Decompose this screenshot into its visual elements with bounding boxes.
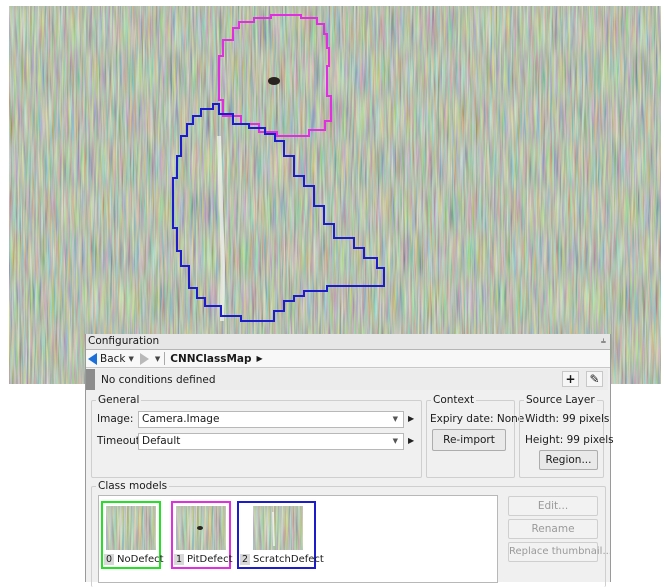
timeout-dropdown-icon[interactable]: ▼ bbox=[393, 434, 398, 449]
back-arrow-icon[interactable] bbox=[88, 352, 97, 365]
class-caption: 1 PitDefect bbox=[174, 554, 233, 565]
source-layer-group: Source Layer Width: 99 pixels Height: 99… bbox=[519, 394, 614, 478]
rename-class-button[interactable]: Rename bbox=[508, 519, 598, 539]
class-index: 0 bbox=[104, 554, 115, 565]
source-height-text: Height: 99 pixels bbox=[525, 434, 614, 446]
expiry-date-text: Expiry date: None bbox=[430, 413, 525, 425]
region-button[interactable]: Region... bbox=[539, 450, 598, 470]
image-goto-icon[interactable]: ▶ bbox=[408, 414, 414, 423]
reimport-button[interactable]: Re-import bbox=[432, 429, 506, 451]
image-select-value: Camera.Image bbox=[142, 413, 220, 425]
image-label: Image: bbox=[97, 413, 134, 425]
nav-bar: Back ▼ ▼ CNNClassMap ▶ bbox=[86, 350, 610, 368]
class-item-nodefect[interactable]: 0 NoDefect bbox=[101, 501, 164, 569]
class-name: ScratchDefect bbox=[253, 554, 324, 565]
edit-condition-button[interactable]: ✎ bbox=[586, 371, 603, 387]
source-width-text: Width: 99 pixels bbox=[525, 413, 610, 425]
class-item-scratchdefect[interactable]: 2 ScratchDefect bbox=[237, 501, 324, 569]
class-caption: 0 NoDefect bbox=[104, 554, 164, 565]
general-group-title: General bbox=[96, 394, 142, 406]
source-layer-group-title: Source Layer bbox=[524, 394, 597, 406]
panel-titlebar: Configuration ⫨ bbox=[86, 334, 610, 350]
forward-arrow-icon[interactable] bbox=[139, 352, 149, 365]
timeout-goto-icon[interactable]: ▶ bbox=[408, 436, 414, 445]
texture-image bbox=[9, 6, 661, 384]
class-item-pitdefect[interactable]: 1 PitDefect bbox=[171, 501, 233, 569]
forward-dropdown-icon[interactable]: ▼ bbox=[155, 355, 160, 363]
image-select[interactable]: Camera.Image ▼ bbox=[138, 411, 404, 428]
breadcrumb-cnnclassmap[interactable]: CNNClassMap bbox=[170, 353, 251, 365]
context-group-title: Context bbox=[431, 394, 477, 406]
breadcrumb-arrow-icon[interactable]: ▶ bbox=[257, 354, 263, 363]
conditions-bar: No conditions defined + ✎ bbox=[86, 369, 608, 390]
replace-thumbnail-button[interactable]: Replace thumbnail... bbox=[508, 542, 612, 562]
context-group: Context Expiry date: None Re-import bbox=[426, 394, 524, 478]
panel-title: Configuration bbox=[88, 335, 160, 347]
image-viewer[interactable] bbox=[9, 6, 661, 384]
timeout-label: Timeout: bbox=[97, 435, 144, 447]
class-name: PitDefect bbox=[187, 554, 233, 565]
nodefect-thumbnail bbox=[106, 506, 156, 550]
scratchdefect-thumbnail bbox=[253, 506, 303, 550]
back-button[interactable]: Back bbox=[100, 353, 126, 365]
timeout-select[interactable]: Default ▼ bbox=[138, 433, 404, 450]
class-name: NoDefect bbox=[117, 554, 164, 565]
pin-icon[interactable]: ⫨ bbox=[601, 334, 606, 349]
class-index: 1 bbox=[174, 554, 185, 565]
pit-mark bbox=[268, 77, 280, 85]
class-index: 2 bbox=[240, 554, 251, 565]
condition-marker bbox=[86, 369, 95, 390]
conditions-text: No conditions defined bbox=[101, 373, 216, 386]
class-models-list[interactable]: 0 NoDefect 1 PitDefect 2 ScratchDefect bbox=[98, 495, 498, 583]
image-dropdown-icon[interactable]: ▼ bbox=[393, 412, 398, 427]
configuration-panel: Configuration ⫨ Back ▼ ▼ CNNClassMap ▶ N… bbox=[85, 334, 614, 587]
pitdefect-thumbnail bbox=[176, 506, 226, 550]
class-caption: 2 ScratchDefect bbox=[240, 554, 324, 565]
class-models-group-title: Class models bbox=[96, 480, 170, 492]
timeout-select-value: Default bbox=[142, 435, 181, 447]
general-group: General Image: Camera.Image ▼ ▶ Timeout:… bbox=[91, 394, 422, 478]
add-condition-button[interactable]: + bbox=[562, 371, 579, 387]
edit-class-button[interactable]: Edit... bbox=[508, 496, 598, 516]
nav-separator bbox=[164, 352, 166, 365]
back-dropdown-icon[interactable]: ▼ bbox=[129, 355, 134, 363]
